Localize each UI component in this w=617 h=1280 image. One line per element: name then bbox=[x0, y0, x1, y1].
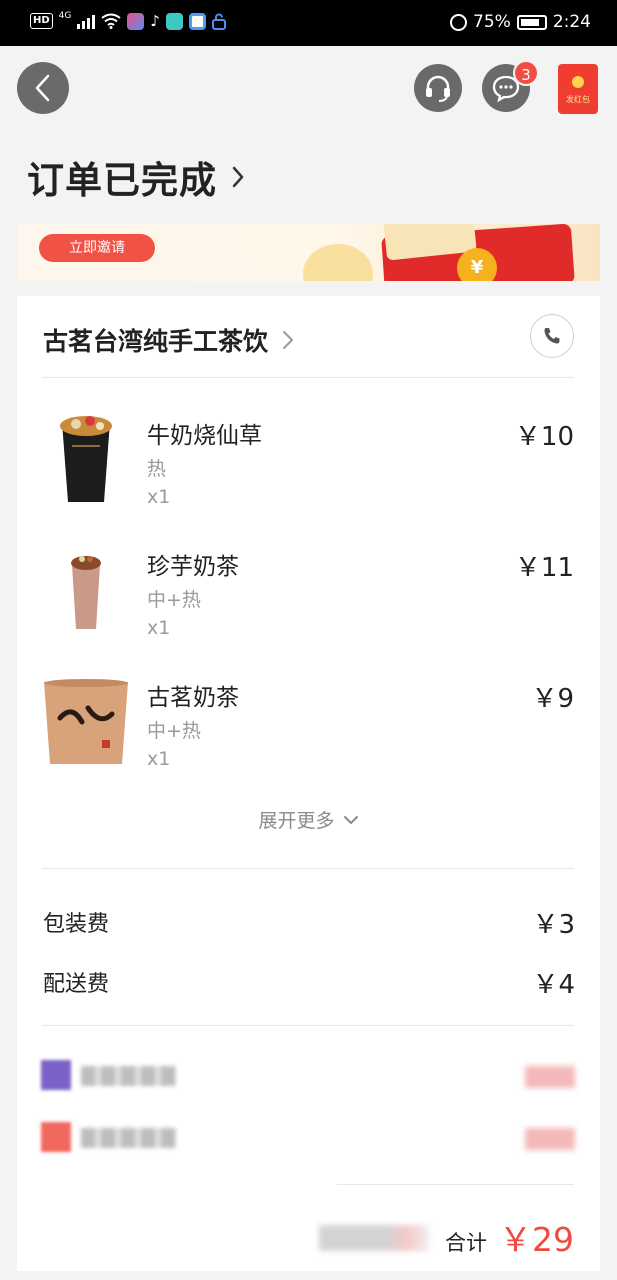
item-quantity: x1 bbox=[147, 486, 171, 508]
item-name: 牛奶烧仙草 bbox=[147, 423, 262, 449]
fee-amount: ￥4 bbox=[532, 970, 575, 1000]
item-price: ￥10 bbox=[514, 422, 574, 452]
chevron-down-icon bbox=[343, 815, 358, 824]
total-label: 合计 bbox=[445, 1231, 487, 1255]
headset-icon bbox=[426, 75, 450, 102]
status-right: 75% 2:24 bbox=[450, 12, 591, 32]
battery-icon bbox=[516, 14, 547, 30]
divider bbox=[42, 377, 574, 378]
store-link[interactable]: 古茗台湾纯手工茶饮 bbox=[43, 322, 294, 358]
divider bbox=[42, 1025, 574, 1026]
item-spec: 中+热 bbox=[147, 720, 201, 742]
red-packet-label: 发红包 bbox=[566, 95, 590, 104]
invite-button[interactable]: 立即邀请 bbox=[39, 234, 155, 262]
status-left: HD 4G ♪ bbox=[30, 11, 226, 30]
fee-label: 配送费 bbox=[43, 972, 110, 997]
battery-percent: 75% bbox=[473, 12, 511, 32]
item-quantity: x1 bbox=[147, 617, 171, 639]
delivery-fee-row: 配送费 ￥4 bbox=[43, 966, 575, 1000]
divider bbox=[42, 868, 574, 869]
total-row: 合计 ￥29 bbox=[17, 1211, 600, 1261]
message-count-badge: 3 bbox=[513, 60, 539, 86]
alarm-icon bbox=[450, 13, 468, 31]
discount-icon bbox=[41, 1122, 71, 1152]
signal-icon bbox=[77, 13, 96, 29]
order-item: 牛奶烧仙草 热 x1 ￥10 bbox=[42, 416, 574, 526]
product-image bbox=[42, 678, 130, 768]
lock-icon bbox=[211, 13, 226, 30]
wifi-icon bbox=[101, 13, 121, 29]
discount-icon bbox=[41, 1060, 71, 1090]
messages-button[interactable]: 3 bbox=[482, 60, 539, 112]
network-type: 4G bbox=[58, 11, 72, 21]
customer-service-button[interactable] bbox=[414, 64, 462, 112]
coin-icon bbox=[572, 76, 584, 88]
item-name: 古茗奶茶 bbox=[147, 685, 239, 711]
chevron-right-icon bbox=[232, 166, 244, 188]
status-bar: HD 4G ♪ 75% 2:24 bbox=[0, 0, 617, 46]
product-image bbox=[42, 416, 130, 506]
redacted-text bbox=[319, 1225, 429, 1251]
item-spec: 中+热 bbox=[147, 589, 201, 611]
app-notification-icon bbox=[165, 12, 183, 30]
order-item: 古茗奶茶 中+热 x1 ￥9 bbox=[42, 678, 574, 788]
tiktok-icon: ♪ bbox=[150, 12, 160, 30]
packaging-fee-row: 包装费 ￥3 bbox=[43, 906, 575, 940]
divider bbox=[337, 1184, 574, 1185]
store-name: 古茗台湾纯手工茶饮 bbox=[43, 327, 269, 356]
call-store-button[interactable] bbox=[530, 314, 574, 358]
clock: 2:24 bbox=[552, 12, 591, 32]
blurred-discount-row bbox=[41, 1122, 575, 1152]
order-status-header[interactable]: 订单已完成 bbox=[27, 150, 245, 204]
hd-indicator: HD bbox=[30, 13, 53, 29]
banner-decoration bbox=[303, 244, 373, 281]
redacted-amount bbox=[525, 1128, 575, 1150]
item-name: 珍芋奶茶 bbox=[147, 554, 239, 580]
phone-icon bbox=[544, 328, 560, 344]
redacted-amount bbox=[525, 1066, 575, 1088]
blurred-discount-row bbox=[41, 1060, 575, 1090]
red-packet-button[interactable]: 发红包 bbox=[558, 64, 598, 114]
chevron-right-icon bbox=[283, 331, 294, 349]
redacted-text bbox=[81, 1066, 176, 1086]
expand-more-button[interactable]: 展开更多 bbox=[17, 806, 600, 833]
app-notification-icon bbox=[188, 12, 206, 30]
item-price: ￥11 bbox=[514, 553, 574, 583]
product-image bbox=[42, 547, 130, 637]
fee-amount: ￥3 bbox=[532, 910, 575, 940]
order-item: 珍芋奶茶 中+热 x1 ￥11 bbox=[42, 547, 574, 657]
coin-icon: ¥ bbox=[457, 248, 497, 281]
item-price: ￥9 bbox=[531, 684, 574, 714]
invite-banner[interactable]: ¥ 立即邀请 bbox=[17, 224, 600, 281]
expand-more-label: 展开更多 bbox=[258, 810, 335, 832]
redacted-text bbox=[81, 1128, 176, 1148]
order-card: 古茗台湾纯手工茶饮 牛奶烧仙草 热 x1 ￥10 珍芋奶茶 中+热 x1 ￥11… bbox=[17, 296, 600, 1271]
item-quantity: x1 bbox=[147, 748, 171, 770]
app-notification-icon bbox=[127, 12, 145, 30]
item-spec: 热 bbox=[147, 458, 167, 480]
fee-label: 包装费 bbox=[43, 912, 110, 937]
total-amount: ￥29 bbox=[499, 1220, 574, 1259]
page-title: 订单已完成 bbox=[27, 159, 217, 202]
back-button[interactable] bbox=[17, 62, 69, 114]
chevron-left-icon bbox=[35, 74, 50, 102]
